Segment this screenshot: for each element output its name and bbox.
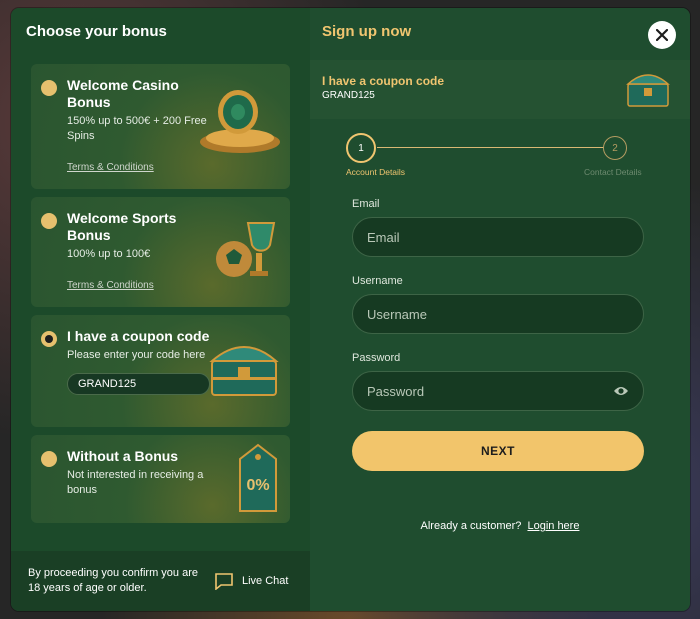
terms-link[interactable]: Terms & Conditions xyxy=(67,162,154,173)
show-password-icon[interactable] xyxy=(613,385,629,397)
bonus-list: Welcome Casino Bonus 150% up to 500€ + 2… xyxy=(11,64,310,531)
live-chat-button[interactable]: Live Chat xyxy=(214,572,288,590)
radio-casino[interactable] xyxy=(41,80,57,96)
email-label: Email xyxy=(352,198,380,210)
step-1-circle: 1 xyxy=(346,133,376,163)
bonus-title: Welcome Sports Bonus xyxy=(67,210,177,243)
bonus-title: Without a Bonus xyxy=(67,448,179,464)
bonus-title: I have a coupon code xyxy=(67,328,210,344)
bonus-option-casino[interactable]: Welcome Casino Bonus 150% up to 500€ + 2… xyxy=(31,64,290,189)
live-chat-label: Live Chat xyxy=(242,575,289,587)
step-1-label: Account Details xyxy=(346,167,406,177)
radio-sports[interactable] xyxy=(41,213,57,229)
username-field-wrapper xyxy=(352,294,644,334)
close-button[interactable] xyxy=(648,21,676,49)
casino-chip-icon xyxy=(200,90,280,153)
age-confirmation-text: By proceeding you confirm you are 18 yea… xyxy=(28,567,198,594)
coupon-code-input[interactable] xyxy=(67,373,210,395)
bonus-option-none[interactable]: Without a Bonus Not interested in receiv… xyxy=(31,435,290,523)
terms-link[interactable]: Terms & Conditions xyxy=(67,280,154,291)
next-button[interactable]: NEXT xyxy=(352,431,644,471)
username-label: Username xyxy=(352,275,403,287)
login-prompt-text: Already a customer? xyxy=(420,520,522,532)
signup-stepper: 1 2 Account Details Contact Details xyxy=(346,133,651,193)
bonus-desc: 100% up to 100€ xyxy=(67,248,151,260)
email-field-wrapper xyxy=(352,217,644,257)
radio-coupon[interactable] xyxy=(41,331,57,347)
username-field[interactable] xyxy=(367,306,629,322)
signup-title: Sign up now xyxy=(322,23,412,40)
bonus-desc: Not interested in receiving a bonus xyxy=(67,469,204,496)
bonus-desc: 150% up to 500€ + 200 Free Spins xyxy=(67,115,207,142)
step-connector xyxy=(377,147,612,148)
signup-panel: Sign up now I have a coupon code GRAND12… xyxy=(310,8,690,611)
bonus-desc: Please enter your code here xyxy=(67,349,206,361)
bonus-title: Welcome Casino Bonus xyxy=(67,77,179,110)
login-link[interactable]: Login here xyxy=(527,520,579,532)
bonus-panel: Choose your bonus Welcome Casino Bonus 1… xyxy=(11,8,310,611)
coupon-banner: I have a coupon code GRAND125 xyxy=(310,60,690,119)
chat-bubble-icon xyxy=(215,573,233,590)
bonus-panel-footer: By proceeding you confirm you are 18 yea… xyxy=(11,551,310,611)
signup-modal: Choose your bonus Welcome Casino Bonus 1… xyxy=(11,8,690,611)
tag-label: 0% xyxy=(246,477,270,494)
password-label: Password xyxy=(352,352,401,364)
step-2-label: Contact Details xyxy=(584,167,642,177)
step-2-circle: 2 xyxy=(603,136,627,160)
signup-form: Email Username Password NEXT xyxy=(352,198,644,471)
treasure-chest-icon xyxy=(209,346,279,396)
bonus-option-coupon[interactable]: I have a coupon code Please enter your c… xyxy=(31,315,290,427)
bonus-panel-title: Choose your bonus xyxy=(26,23,167,40)
zero-percent-tag-icon: 0% xyxy=(234,443,282,515)
password-field[interactable] xyxy=(367,383,629,399)
treasure-chest-icon xyxy=(626,74,670,107)
trophy-ball-icon xyxy=(216,222,276,277)
radio-none[interactable] xyxy=(41,451,57,467)
password-field-wrapper xyxy=(352,371,644,411)
bonus-option-sports[interactable]: Welcome Sports Bonus 100% up to 100€ Ter… xyxy=(31,197,290,307)
email-field[interactable] xyxy=(367,229,629,245)
close-icon xyxy=(656,29,668,41)
login-prompt: Already a customer? Login here xyxy=(310,520,690,532)
